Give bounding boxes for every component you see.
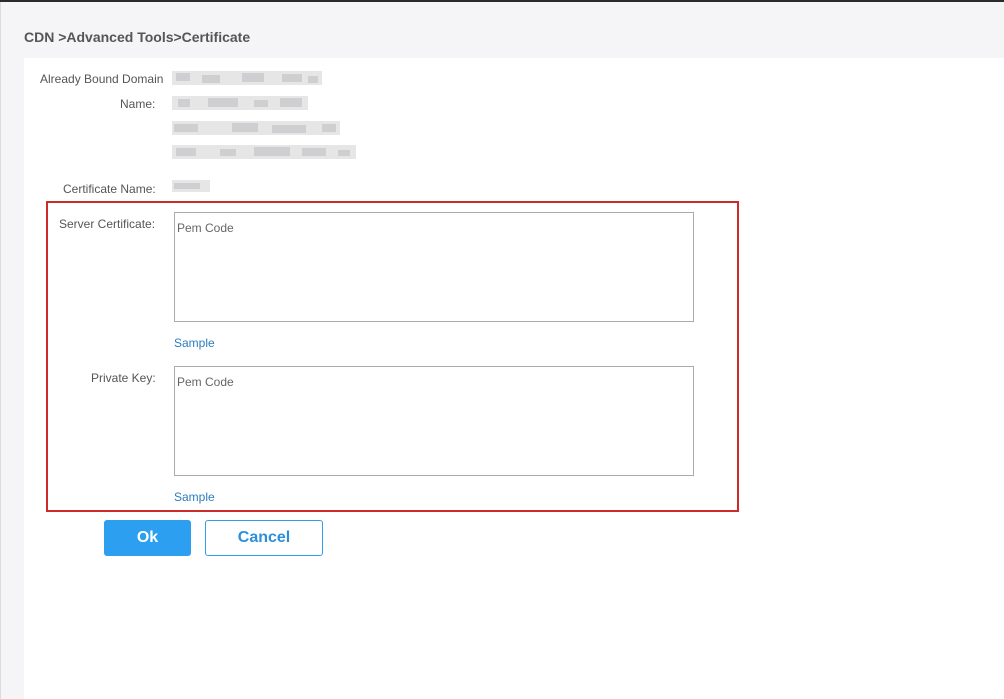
breadcrumb: CDN >Advanced Tools>Certificate (24, 29, 251, 45)
private-key-label: Private Key: (91, 371, 156, 385)
server-certificate-label: Server Certificate: (59, 217, 156, 231)
private-key-sample-link[interactable]: Sample (174, 490, 215, 504)
name-label: Name: (120, 97, 156, 111)
name-value-redacted-3 (172, 145, 356, 159)
left-divider (0, 2, 1, 699)
name-value-redacted-1 (172, 96, 308, 110)
certificate-name-label: Certificate Name: (63, 182, 156, 196)
server-certificate-textarea[interactable] (174, 212, 694, 322)
private-key-textarea[interactable] (174, 366, 694, 476)
name-value-redacted-2 (172, 121, 340, 135)
bound-domain-label: Already Bound Domain (40, 72, 164, 86)
cancel-button[interactable]: Cancel (205, 520, 323, 556)
certificate-name-value-redacted (172, 180, 210, 192)
window-top-border (0, 0, 1004, 2)
bound-domain-value-redacted (172, 71, 322, 85)
ok-button[interactable]: Ok (104, 520, 191, 556)
server-certificate-sample-link[interactable]: Sample (174, 336, 215, 350)
